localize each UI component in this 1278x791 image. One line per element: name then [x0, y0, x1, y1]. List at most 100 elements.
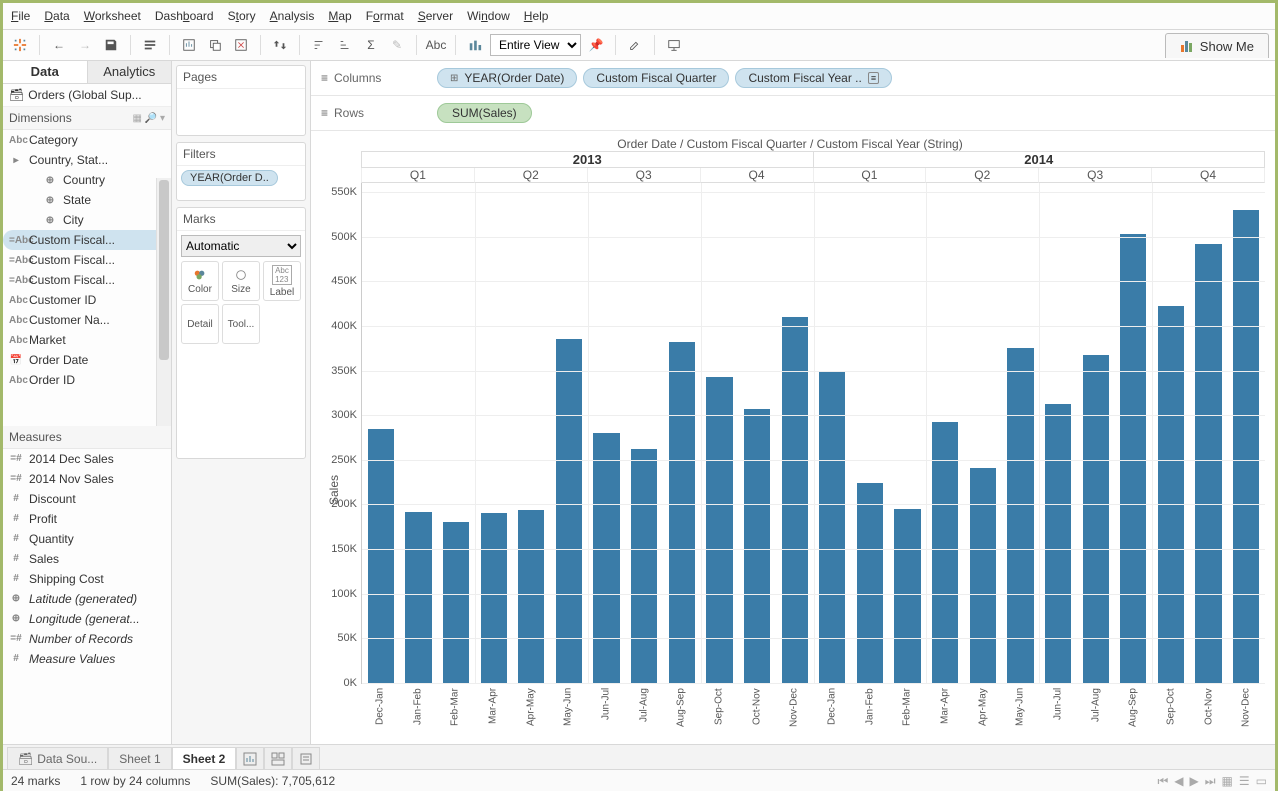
- new-worksheet-tab[interactable]: [236, 747, 264, 769]
- bar[interactable]: [1120, 234, 1146, 683]
- bar[interactable]: [669, 342, 695, 683]
- dimension-field[interactable]: AbcCustomer ID: [3, 290, 171, 310]
- save-icon[interactable]: [100, 34, 122, 56]
- tab-analytics[interactable]: Analytics: [88, 61, 172, 83]
- bar[interactable]: [1007, 348, 1033, 683]
- dimension-field[interactable]: =AbcCustom Fiscal...: [3, 250, 171, 270]
- forward-icon[interactable]: →: [74, 34, 96, 56]
- totals-icon[interactable]: Σ: [360, 34, 382, 56]
- view-sheet-icon[interactable]: ▭: [1256, 774, 1267, 789]
- bar[interactable]: [556, 339, 582, 683]
- group-icon[interactable]: Abc: [425, 34, 447, 56]
- bar[interactable]: [782, 317, 808, 683]
- filters-shelf[interactable]: Filters YEAR(Order D..: [176, 142, 306, 201]
- clear-sheet-icon[interactable]: [230, 34, 252, 56]
- dimension-field[interactable]: =AbcCustom Fiscal...: [3, 230, 171, 250]
- new-worksheet-icon[interactable]: [178, 34, 200, 56]
- row-pill-sales[interactable]: SUM(Sales): [437, 103, 532, 123]
- bar[interactable]: [744, 409, 770, 683]
- dimension-field[interactable]: ⊕State: [3, 190, 171, 210]
- columns-shelf[interactable]: ≡Columns YEAR(Order Date) Custom Fiscal …: [311, 61, 1275, 96]
- bar[interactable]: [1083, 355, 1109, 683]
- filter-pill-year[interactable]: YEAR(Order D..: [181, 170, 278, 186]
- tab-sheet2[interactable]: Sheet 2: [172, 747, 237, 769]
- menu-format[interactable]: Format: [366, 9, 404, 23]
- measure-field[interactable]: #Discount: [3, 489, 171, 509]
- bar[interactable]: [443, 522, 469, 683]
- bar[interactable]: [894, 509, 920, 683]
- bar[interactable]: [706, 377, 732, 683]
- swap-icon[interactable]: [269, 34, 291, 56]
- rows-shelf[interactable]: ≡Rows SUM(Sales): [311, 96, 1275, 131]
- menu-window[interactable]: Window: [467, 9, 510, 23]
- menu-file[interactable]: File: [11, 9, 30, 23]
- tab-data[interactable]: Data: [3, 61, 88, 83]
- menu-help[interactable]: Help: [524, 9, 549, 23]
- menu-analysis[interactable]: Analysis: [270, 9, 315, 23]
- measure-field[interactable]: #Profit: [3, 509, 171, 529]
- new-dashboard-tab[interactable]: [264, 747, 292, 769]
- back-icon[interactable]: ←: [48, 34, 70, 56]
- datasource-name[interactable]: 🗃 Orders (Global Sup...: [3, 84, 171, 107]
- bar[interactable]: [481, 513, 507, 683]
- show-me-button[interactable]: Show Me: [1165, 33, 1269, 58]
- tab-sheet1[interactable]: Sheet 1: [108, 747, 171, 769]
- menu-story[interactable]: Story: [228, 9, 256, 23]
- bar[interactable]: [1158, 306, 1184, 683]
- sort-desc-icon[interactable]: [334, 34, 356, 56]
- menu-data[interactable]: Data: [44, 9, 69, 23]
- new-story-tab[interactable]: [292, 747, 320, 769]
- menu-worksheet[interactable]: Worksheet: [84, 9, 141, 23]
- col-pill-fiscalyear[interactable]: Custom Fiscal Year .. ≡: [735, 68, 892, 88]
- dimension-field[interactable]: AbcMarket: [3, 330, 171, 350]
- bar[interactable]: [518, 510, 544, 683]
- menu-server[interactable]: Server: [418, 9, 453, 23]
- menu-dashboard[interactable]: Dashboard: [155, 9, 214, 23]
- measure-field[interactable]: ⊕Latitude (generated): [3, 589, 171, 609]
- dimensions-menu-icon[interactable]: ▦ 🔎 ▾: [133, 113, 165, 124]
- bar[interactable]: [970, 468, 996, 683]
- measure-field[interactable]: =#2014 Nov Sales: [3, 469, 171, 489]
- measure-field[interactable]: #Quantity: [3, 529, 171, 549]
- bar[interactable]: [1045, 404, 1071, 683]
- new-datasource-icon[interactable]: [139, 34, 161, 56]
- chart-canvas[interactable]: Order Date / Custom Fiscal Quarter / Cus…: [311, 131, 1275, 744]
- tableau-logo-icon[interactable]: [9, 34, 31, 56]
- dimension-field[interactable]: AbcCategory: [3, 130, 171, 150]
- dimension-field[interactable]: =AbcCustom Fiscal...: [3, 270, 171, 290]
- presentation-icon[interactable]: [663, 34, 685, 56]
- marks-size-button[interactable]: Size: [222, 261, 260, 301]
- highlight-tool-icon[interactable]: ✎: [386, 34, 408, 56]
- dimension-field[interactable]: AbcCustomer Na...: [3, 310, 171, 330]
- pin-icon[interactable]: 📌: [585, 34, 607, 56]
- highlight-icon[interactable]: [624, 34, 646, 56]
- bar[interactable]: [593, 433, 619, 683]
- marks-label-button[interactable]: Abc123Label: [263, 261, 301, 301]
- dimension-field[interactable]: ⊕Country: [3, 170, 171, 190]
- marks-detail-button[interactable]: Detail: [181, 304, 219, 344]
- dimension-field[interactable]: ▸Country, Stat...: [3, 150, 171, 170]
- bar[interactable]: [819, 371, 845, 684]
- duplicate-sheet-icon[interactable]: [204, 34, 226, 56]
- bar[interactable]: [631, 449, 657, 683]
- nav-first-icon[interactable]: ⏮: [1157, 774, 1168, 789]
- bar[interactable]: [405, 512, 431, 683]
- dimension-field[interactable]: AbcOrder ID: [3, 370, 171, 390]
- marks-tooltip-button[interactable]: Tool...: [222, 304, 260, 344]
- menu-map[interactable]: Map: [328, 9, 351, 23]
- measure-field[interactable]: #Sales: [3, 549, 171, 569]
- marks-color-button[interactable]: Color: [181, 261, 219, 301]
- bar[interactable]: [932, 422, 958, 683]
- nav-prev-icon[interactable]: ◀: [1174, 774, 1183, 789]
- view-cards-icon[interactable]: ▦: [1222, 774, 1233, 789]
- nav-last-icon[interactable]: ⏭: [1205, 774, 1216, 789]
- nav-next-icon[interactable]: ▶: [1190, 774, 1199, 789]
- dimension-field[interactable]: 📅Order Date: [3, 350, 171, 370]
- dimensions-scrollbar[interactable]: [156, 178, 171, 426]
- measure-field[interactable]: =#Number of Records: [3, 629, 171, 649]
- view-list-icon[interactable]: ☰: [1239, 774, 1250, 789]
- pages-shelf[interactable]: Pages: [176, 65, 306, 136]
- measure-field[interactable]: #Measure Values: [3, 649, 171, 669]
- measure-field[interactable]: =#2014 Dec Sales: [3, 449, 171, 469]
- marks-type-select[interactable]: Automatic: [181, 235, 301, 257]
